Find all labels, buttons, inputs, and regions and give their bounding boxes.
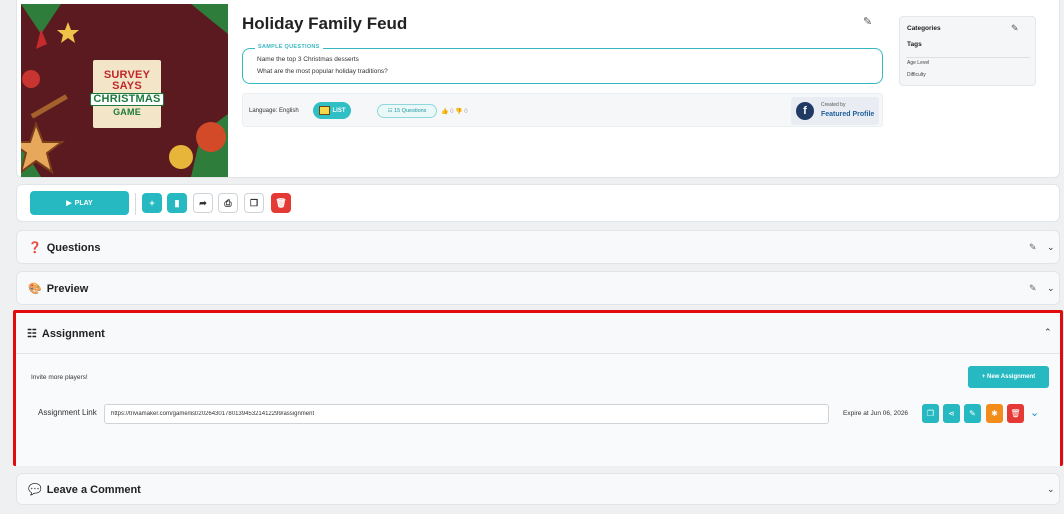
survey-says-logo: SURVEY SAYS CHRISTMAS GAME <box>90 60 164 128</box>
play-icon: ▶ <box>66 200 72 207</box>
assignment-header[interactable]: ☷ Assignment ⌃ <box>16 313 1060 354</box>
delete-assignment-button[interactable]: 🗑 <box>1007 404 1024 423</box>
trash-icon: 🗑 <box>1010 409 1021 418</box>
copy-icon: ❐ <box>926 409 935 418</box>
section-assignment: ☷ Assignment ⌃ Invite more players! + Ne… <box>13 310 1063 466</box>
bookmark-icon: ▮ <box>174 197 180 208</box>
section-title-label: Questions <box>46 241 101 254</box>
game-meta-row: Language: English LIST ☷ 15 Questions 👍 … <box>242 93 883 127</box>
likes-dislikes[interactable]: 👍 0 👎 0 <box>441 108 468 115</box>
game-info-card: SURVEY SAYS CHRISTMAS GAME Holiday Famil… <box>16 0 1060 178</box>
section-title: ☷ Assignment <box>27 327 105 341</box>
facebook-icon: f <box>796 102 814 120</box>
pencil-icon[interactable]: ✎ <box>1011 23 1019 34</box>
print-button[interactable]: ⎙ <box>218 193 238 213</box>
section-title-label: Leave a Comment <box>46 483 141 496</box>
list-type-button[interactable]: LIST <box>313 102 351 119</box>
section-questions[interactable]: ❓ Questions ✎ ⌄ <box>16 230 1060 264</box>
section-title: ❓ Questions <box>28 241 101 255</box>
section-preview[interactable]: 🎨 Preview ✎ ⌄ <box>16 271 1060 305</box>
pencil-icon[interactable]: ✎ <box>1029 242 1037 253</box>
logo-line: GAME <box>113 107 141 117</box>
logo-line: CHRISTMAS <box>90 93 164 106</box>
list-type-label: LIST <box>332 107 346 114</box>
divider <box>135 193 136 215</box>
section-title: 🎨 Preview <box>28 282 89 296</box>
questions-count-pill[interactable]: ☷ 15 Questions <box>377 104 437 118</box>
section-title-label: Assignment <box>41 327 105 340</box>
gear-icon: ✱ <box>991 409 998 418</box>
assignment-link-label: Assignment Link <box>38 408 97 417</box>
age-level-label: Age Level <box>907 60 930 66</box>
questions-count-label: ☷ 15 Questions <box>387 108 427 114</box>
sample-questions-label: SAMPLE QUESTIONS <box>255 44 323 50</box>
chevron-down-icon[interactable]: ⌄ <box>1030 406 1039 419</box>
copy-link-button[interactable]: ❐ <box>922 404 939 423</box>
share-icon: ⋖ <box>948 409 955 418</box>
action-toolbar: ▶ PLAY + ▮ ➦ ⎙ ❐ 🗑 <box>16 184 1060 222</box>
logo-line: SAYS <box>112 80 142 92</box>
created-by-label: Created by <box>821 102 846 108</box>
divider <box>906 57 1030 58</box>
sample-question: Name the top 3 Christmas desserts <box>257 56 359 63</box>
palette-icon: 🎨 <box>28 283 42 295</box>
list-icon <box>318 106 330 115</box>
add-button[interactable]: + <box>142 193 162 213</box>
edit-icon: ✎ <box>969 409 976 418</box>
play-button[interactable]: ▶ PLAY <box>30 191 129 215</box>
chevron-up-icon[interactable]: ⌃ <box>1044 327 1052 338</box>
new-assignment-button[interactable]: + New Assignment <box>968 366 1049 388</box>
chevron-down-icon[interactable]: ⌄ <box>1047 484 1055 495</box>
plus-icon: + <box>149 198 155 208</box>
categories-label: Categories <box>907 25 941 32</box>
print-icon: ⎙ <box>224 197 232 208</box>
section-comment[interactable]: 💬 Leave a Comment ⌄ <box>16 473 1060 505</box>
language-label: Language: English <box>249 108 299 114</box>
new-assignment-label: + New Assignment <box>981 374 1036 380</box>
question-circle-icon: ❓ <box>28 242 42 254</box>
game-thumbnail: SURVEY SAYS CHRISTMAS GAME <box>21 4 228 177</box>
settings-button[interactable]: ✱ <box>986 404 1003 423</box>
assignment-link-input[interactable] <box>104 404 829 424</box>
assignment-body: Invite more players! + New Assignment As… <box>16 354 1060 466</box>
checklist-icon: ☷ <box>27 328 37 340</box>
invite-text: Invite more players! <box>31 374 88 381</box>
categories-panel: Categories ✎ Tags Age Level Difficulty <box>899 16 1036 86</box>
pencil-icon[interactable]: ✎ <box>1029 283 1037 294</box>
bookmark-button[interactable]: ▮ <box>167 193 187 213</box>
edit-assignment-button[interactable]: ✎ <box>964 404 981 423</box>
play-label: PLAY <box>74 199 93 207</box>
copy-icon: ❐ <box>249 197 259 208</box>
copy-button[interactable]: ❐ <box>244 193 264 213</box>
expire-date: Expire at Jun 06, 2026 <box>843 410 909 417</box>
chevron-down-icon[interactable]: ⌄ <box>1047 242 1055 253</box>
share-link-button[interactable]: ⋖ <box>943 404 960 423</box>
tags-label: Tags <box>907 41 922 48</box>
section-title-label: Preview <box>46 282 89 295</box>
sample-questions-box: SAMPLE QUESTIONS Name the top 3 Christma… <box>242 44 883 84</box>
pencil-icon[interactable]: ✎ <box>863 15 872 28</box>
sample-question: What are the most popular holiday tradit… <box>257 68 388 75</box>
chevron-down-icon[interactable]: ⌄ <box>1047 283 1055 294</box>
creator-name[interactable]: Featured Profile <box>821 111 874 118</box>
difficulty-label: Difficulty <box>907 72 926 78</box>
delete-button[interactable]: 🗑 <box>271 193 291 213</box>
share-icon: ➦ <box>199 197 207 208</box>
section-title: 💬 Leave a Comment <box>28 483 141 497</box>
comment-icon: 💬 <box>28 484 42 496</box>
game-title: Holiday Family Feud <box>242 14 408 33</box>
share-button[interactable]: ➦ <box>193 193 213 213</box>
creator-badge[interactable]: f Created by Featured Profile <box>791 97 879 125</box>
trash-icon: 🗑 <box>275 197 287 208</box>
